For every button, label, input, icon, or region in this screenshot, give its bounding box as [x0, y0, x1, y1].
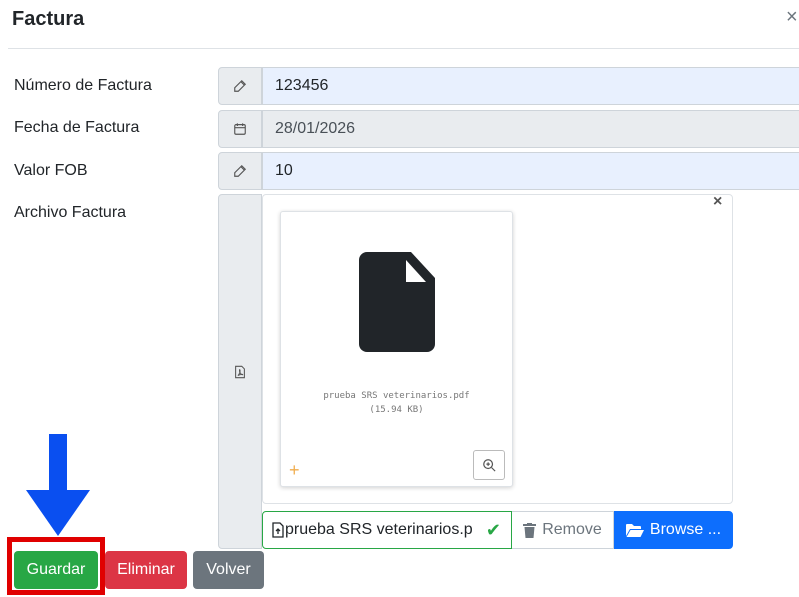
- file-thumbnail: prueba SRS veterinarios.pdf (15.94 KB) +: [280, 211, 513, 487]
- numero-factura-label: Número de Factura: [14, 77, 152, 94]
- file-caption[interactable]: prueba SRS veterinarios.p ✔: [262, 511, 512, 549]
- arrow-down-icon: [26, 434, 90, 536]
- fecha-factura-label: Fecha de Factura: [14, 119, 140, 136]
- thumbnail-file-name: prueba SRS veterinarios.pdf: [323, 391, 470, 401]
- valor-fob-label: Valor FOB: [14, 162, 88, 179]
- archivo-factura-label: Archivo Factura: [14, 204, 127, 221]
- header-divider: [8, 48, 799, 49]
- valor-fob-input[interactable]: 10: [262, 152, 799, 190]
- browse-button[interactable]: Browse ...: [614, 511, 733, 549]
- document-icon: [359, 252, 435, 352]
- folder-open-icon: [625, 524, 644, 537]
- edit-icon: [218, 152, 262, 190]
- numero-factura-input[interactable]: 123456: [262, 67, 799, 105]
- close-icon[interactable]: ×: [786, 6, 798, 29]
- file-caption-text: prueba SRS veterinarios.p: [285, 521, 473, 538]
- modal-title: Factura: [12, 8, 85, 30]
- zoom-in-icon: [483, 459, 496, 472]
- highlight-box: [7, 537, 105, 595]
- thumbnail-file-size: (15.94 KB): [369, 405, 424, 415]
- fecha-factura-input[interactable]: 28/01/2026: [262, 110, 799, 148]
- plus-icon: +: [289, 460, 300, 480]
- preview-close-icon[interactable]: ×: [713, 193, 722, 211]
- calendar-icon: [218, 110, 262, 148]
- trash-icon: [523, 522, 537, 538]
- pdf-file-icon: [218, 194, 262, 549]
- check-icon: ✔: [485, 519, 501, 540]
- remove-button[interactable]: Remove: [512, 511, 614, 549]
- edit-icon: [218, 67, 262, 105]
- remove-label: Remove: [542, 521, 602, 538]
- file-upload-icon: [272, 522, 284, 538]
- delete-button[interactable]: Eliminar: [105, 551, 187, 589]
- zoom-button[interactable]: [473, 450, 505, 480]
- browse-label: Browse ...: [649, 521, 722, 538]
- back-button[interactable]: Volver: [193, 551, 264, 589]
